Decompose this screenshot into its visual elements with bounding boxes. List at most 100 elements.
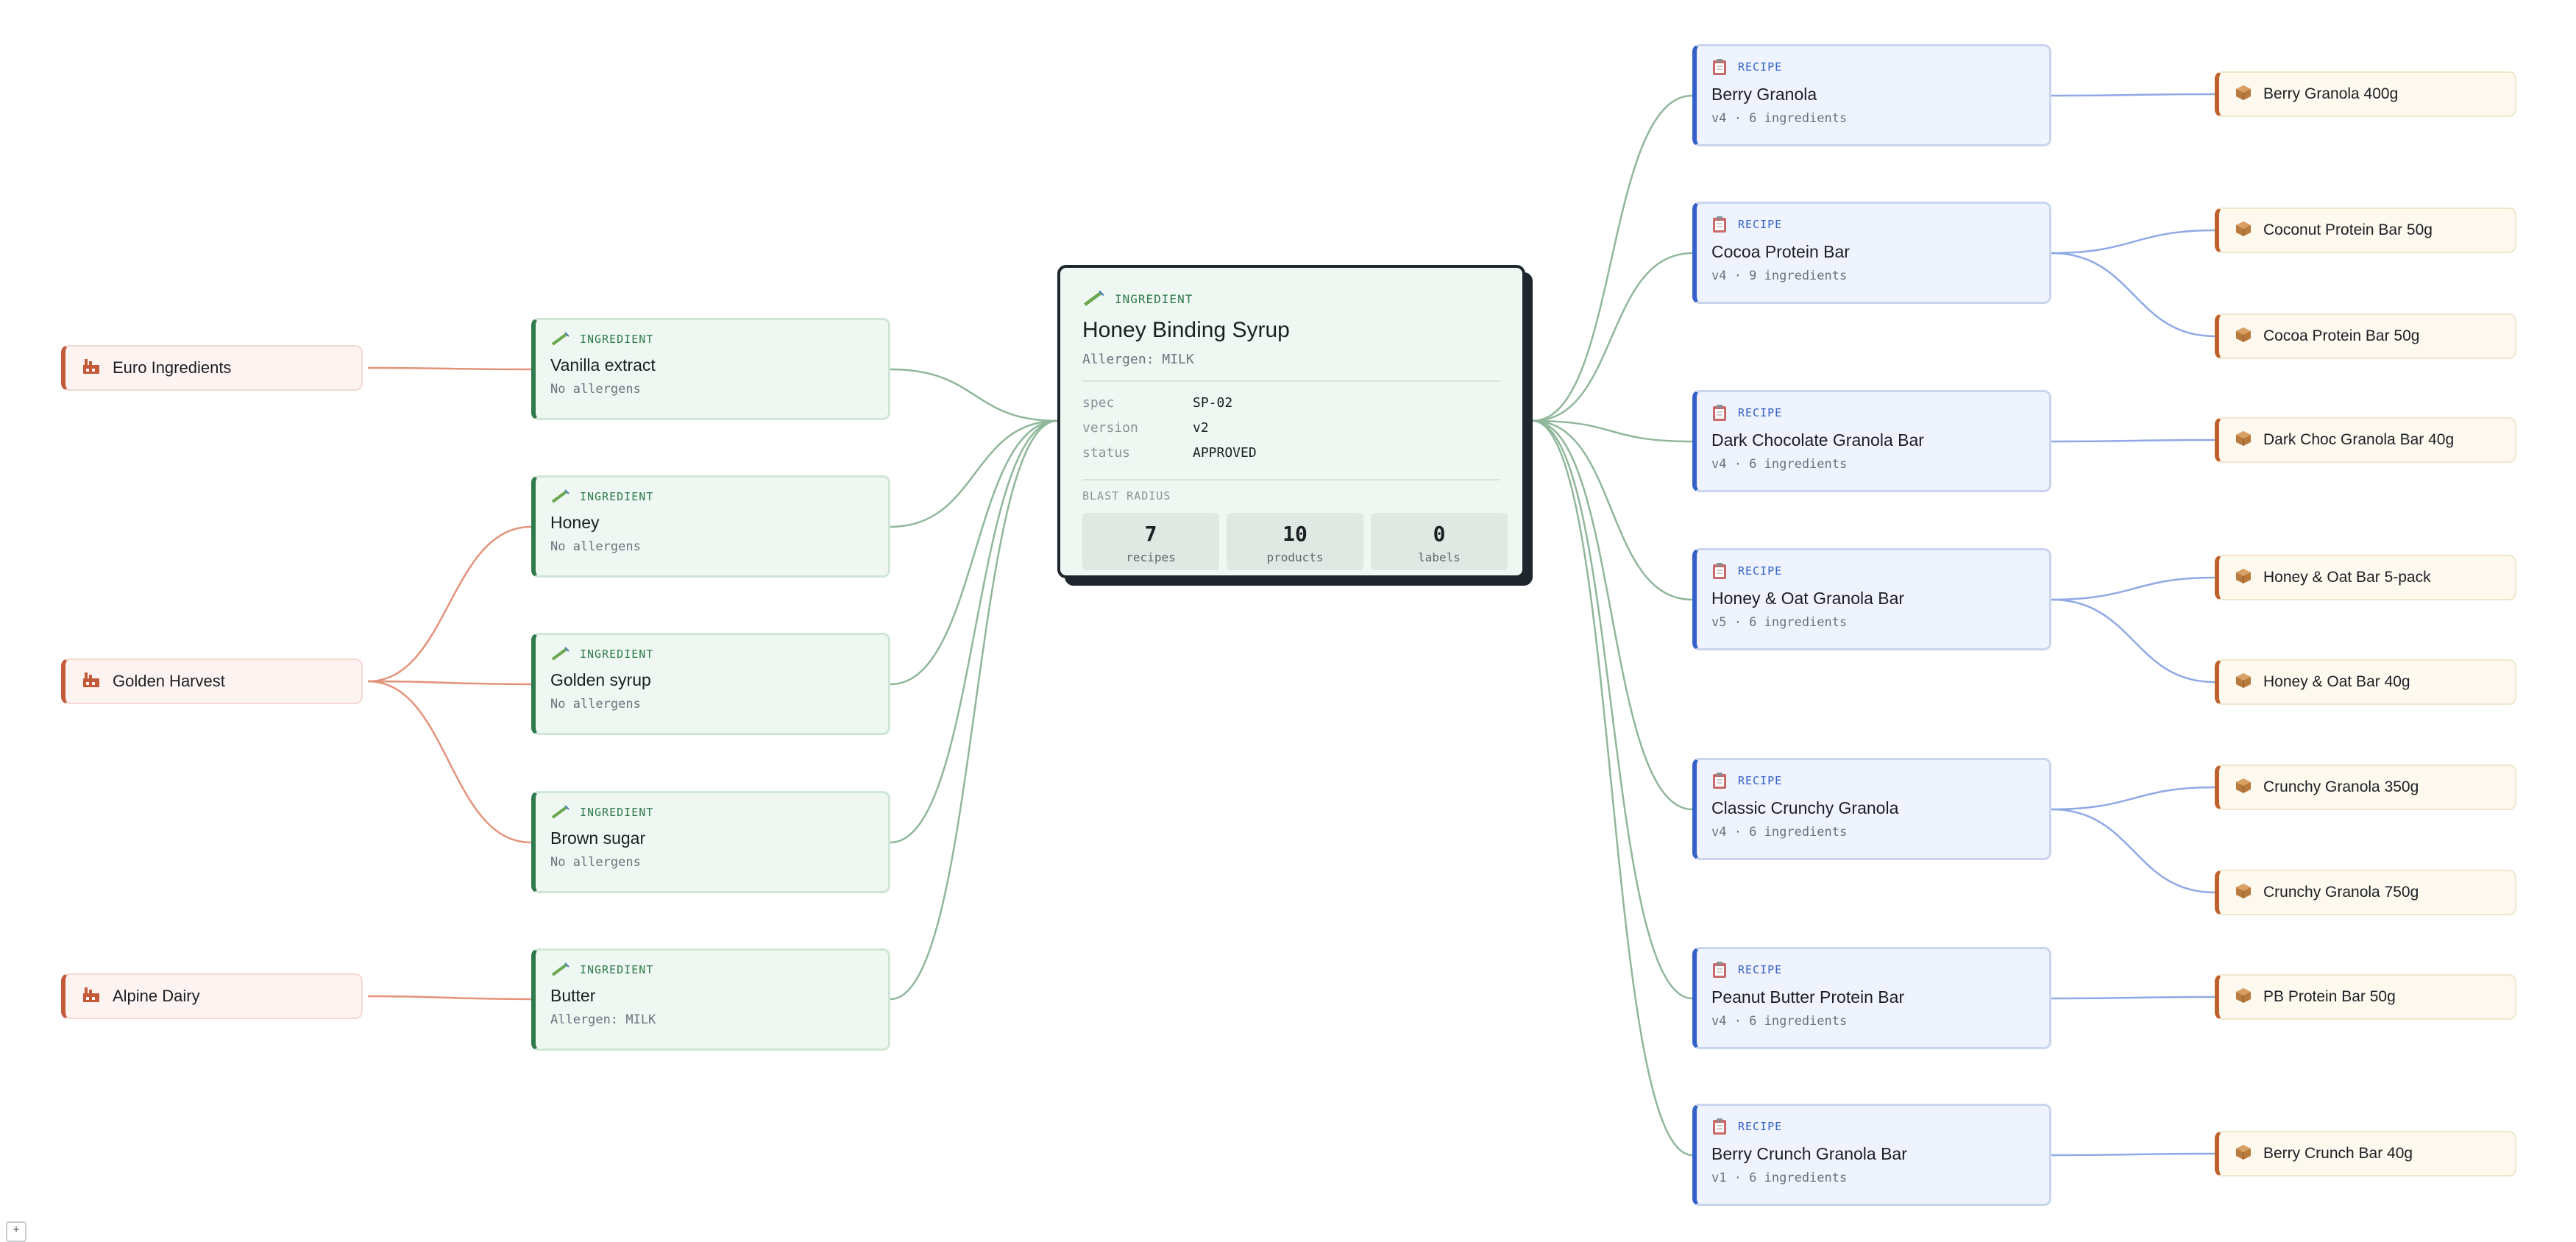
recipe-node[interactable]: RECIPE Honey & Oat Granola Bar v5 · 6 in… [1692,548,2051,650]
version-value: v2 [1193,420,1209,436]
syringe-icon [550,805,570,820]
recipe-name: Peanut Butter Protein Bar [1711,987,1905,1007]
product-name: Crunchy Granola 350g [2263,778,2419,795]
status-key: status [1082,445,1131,461]
ingredient-node[interactable]: INGREDIENT Golden syrup No allergens [531,633,890,735]
spec-row: spec SP-02 [1082,391,1522,416]
stat-labels: 0 labels [1371,513,1508,570]
node-type-label: INGREDIENT [580,333,654,346]
package-icon [2235,85,2252,104]
syringe-icon [550,332,570,347]
edge-recipe-product [2051,229,2215,255]
clipboard-icon [1711,961,1728,979]
product-node[interactable]: Cocoa Protein Bar 50g [2215,313,2516,359]
zoom-in-button[interactable]: + [6,1221,26,1242]
node-type-label: INGREDIENT [580,490,654,503]
stat-label: products [1266,550,1324,564]
recipe-name: Classic Crunchy Granola [1711,798,1899,817]
product-node[interactable]: Coconut Protein Bar 50g [2215,207,2516,253]
recipe-meta: v4 · 6 ingredients [1711,1014,1848,1029]
recipe-name: Honey & Oat Granola Bar [1711,589,1905,608]
edge-supplier-ingredient [367,680,532,844]
package-icon [2235,568,2252,588]
recipe-meta: v5 · 6 ingredients [1711,615,1848,630]
product-node[interactable]: Honey & Oat Bar 40g [2215,659,2516,705]
recipe-node[interactable]: RECIPE Berry Granola v4 · 6 ingredients [1692,44,2051,146]
ingredient-node[interactable]: INGREDIENT Vanilla extract No allergens [531,318,890,420]
recipe-meta: v4 · 6 ingredients [1711,457,1848,472]
recipe-name: Cocoa Protein Bar [1711,242,1850,261]
product-name: Crunchy Granola 750g [2263,884,2419,901]
node-type-label: INGREDIENT [580,647,654,661]
node-type-label: RECIPE [1738,774,1783,787]
recipe-node[interactable]: RECIPE Dark Chocolate Granola Bar v4 · 6… [1692,390,2051,492]
product-node[interactable]: Berry Granola 400g [2215,71,2516,117]
clipboard-icon [1711,404,1728,422]
edge-recipe-product [2051,439,2215,443]
node-type-label: INGREDIENT [1115,291,1193,306]
product-node[interactable]: Crunchy Granola 350g [2215,764,2516,810]
package-icon [2235,1144,2252,1164]
node-type-label: RECIPE [1738,218,1783,231]
product-name: Coconut Protein Bar 50g [2263,221,2433,238]
spec-key: spec [1082,395,1115,411]
factory-icon [82,671,101,692]
ingredient-node[interactable]: INGREDIENT Butter Allergen: MILK [531,948,890,1051]
package-icon [2235,221,2252,241]
ingredient-allergen: No allergens [550,697,641,712]
recipe-name: Berry Granola [1711,85,1817,104]
product-name: Dark Choc Granola Bar 40g [2263,431,2455,448]
factory-icon [82,358,101,379]
supplier-name: Alpine Dairy [113,987,200,1005]
stat-number: 7 [1144,522,1157,546]
edge-recipe-product [2051,598,2215,684]
divider [1082,479,1500,480]
edge-ingredient-focus [890,419,1058,528]
ingredient-allergen: No allergens [550,382,641,397]
supplier-node[interactable]: Golden Harvest [61,659,363,704]
graph-canvas[interactable]: Euro Ingredients Golden Harvest Alpine D… [0,0,2576,1242]
status-value: APPROVED [1193,445,1257,461]
supplier-node[interactable]: Euro Ingredients [61,345,363,391]
recipe-node[interactable]: RECIPE Classic Crunchy Granola v4 · 6 in… [1692,758,2051,860]
recipe-node[interactable]: RECIPE Berry Crunch Granola Bar v1 · 6 i… [1692,1104,2051,1206]
recipe-node[interactable]: RECIPE Peanut Butter Protein Bar v4 · 6 … [1692,947,2051,1049]
edge-focus-recipe [1532,419,1693,811]
ingredient-name: Vanilla extract [550,355,656,375]
package-icon [2235,987,2252,1007]
ingredient-node[interactable]: INGREDIENT Brown sugar No allergens [531,791,890,893]
clipboard-icon [1711,772,1728,789]
divider [1082,380,1500,382]
edge-focus-recipe [1532,419,1693,601]
edge-recipe-product [2051,252,2215,338]
product-node[interactable]: Crunchy Granola 750g [2215,870,2516,915]
recipe-node[interactable]: RECIPE Cocoa Protein Bar v4 · 9 ingredie… [1692,202,2051,304]
ingredient-name: Butter [550,986,596,1005]
package-icon [2235,883,2252,903]
ingredient-node[interactable]: INGREDIENT Honey No allergens [531,475,890,578]
syringe-icon [1082,290,1104,308]
edge-supplier-ingredient [367,680,532,686]
edge-recipe-product [2051,996,2215,1000]
product-node[interactable]: PB Protein Bar 50g [2215,974,2516,1020]
package-icon [2235,430,2252,450]
version-row: version v2 [1082,416,1522,441]
recipe-meta: v1 · 6 ingredients [1711,1171,1848,1185]
product-node[interactable]: Berry Crunch Bar 40g [2215,1131,2516,1177]
ingredient-allergen: No allergens [550,539,641,554]
edge-ingredient-focus [890,419,1058,844]
edge-ingredient-focus [890,368,1058,422]
supplier-name: Euro Ingredients [113,358,232,377]
supplier-name: Golden Harvest [113,672,225,690]
product-name: Berry Crunch Bar 40g [2263,1145,2413,1162]
supplier-node[interactable]: Alpine Dairy [61,973,363,1019]
syringe-icon [550,647,570,661]
edge-recipe-product [2051,808,2215,894]
focus-node[interactable]: INGREDIENT Honey Binding Syrup Allergen:… [1057,265,1525,578]
factory-icon [82,986,101,1007]
edge-ingredient-focus [890,419,1058,1001]
node-type-label: RECIPE [1738,963,1783,976]
product-node[interactable]: Honey & Oat Bar 5-pack [2215,555,2516,600]
product-node[interactable]: Dark Choc Granola Bar 40g [2215,417,2516,463]
package-icon [2235,673,2252,692]
